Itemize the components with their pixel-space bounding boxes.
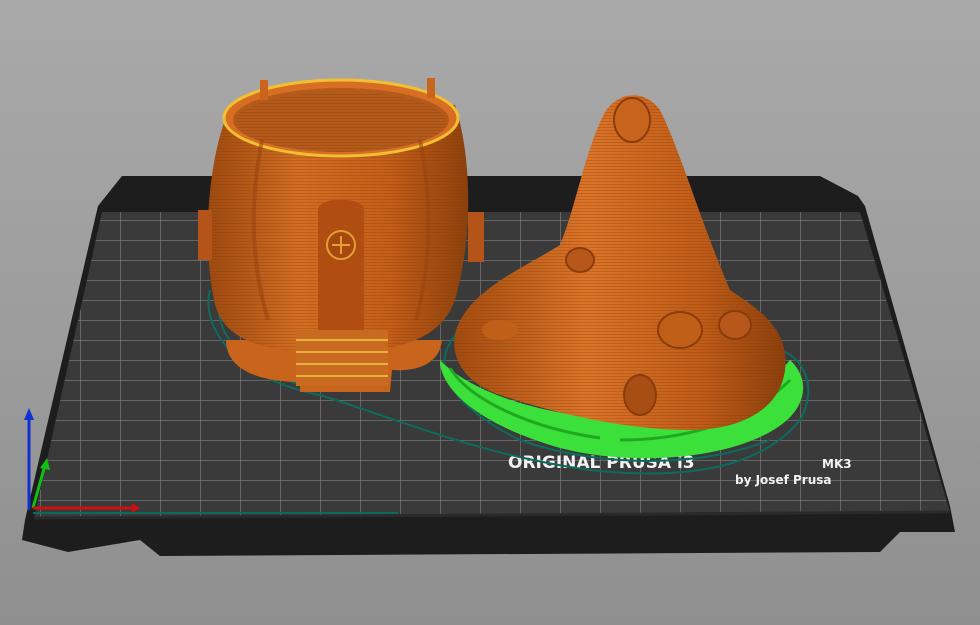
house-body-object[interactable] (198, 78, 484, 392)
bed-logo-line2: by Josef Prusa (735, 473, 831, 487)
bed-logo-mk: MK3 (822, 457, 852, 471)
3d-preview-viewport[interactable]: ORIGINAL PRUSA i3 MK3 by Josef Prusa (0, 0, 980, 625)
z-axis-arrow-icon (24, 408, 34, 420)
